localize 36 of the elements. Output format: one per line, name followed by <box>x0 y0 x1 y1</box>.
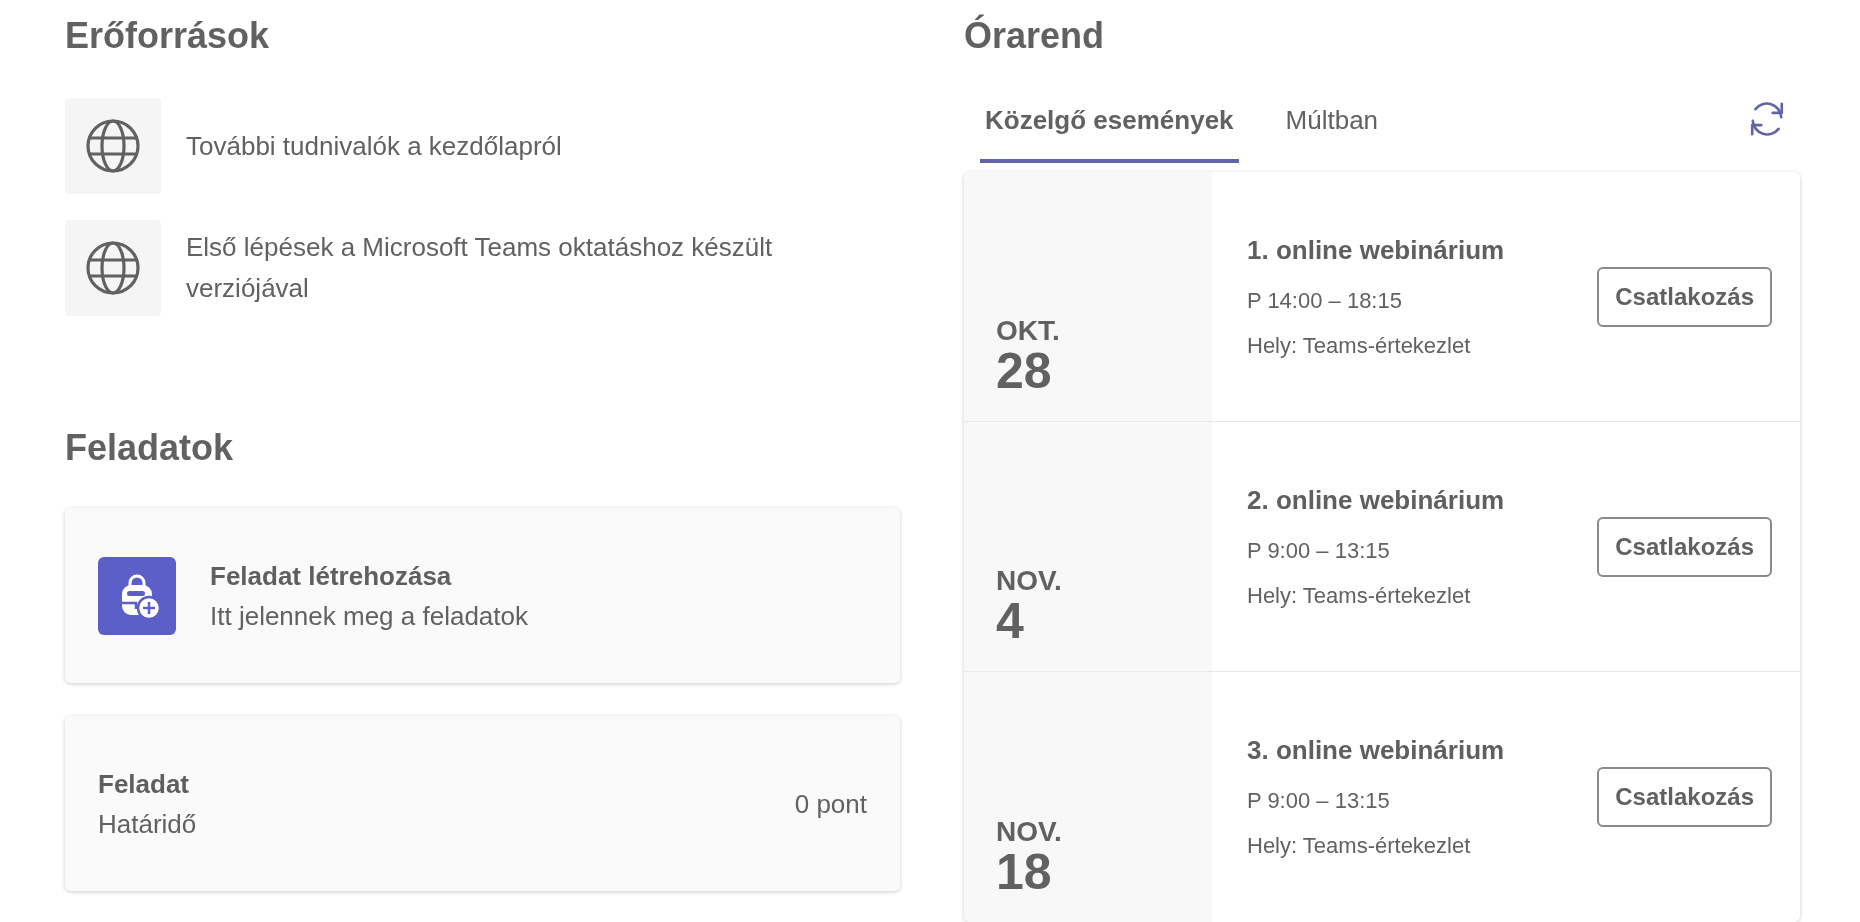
refresh-icon[interactable] <box>1749 101 1785 137</box>
tab[interactable]: Múltban <box>1280 105 1384 163</box>
day-label: 18 <box>996 847 1052 897</box>
section-heading: Erőforrások <box>65 14 270 58</box>
join-button[interactable]: Csatlakozás <box>1597 767 1772 827</box>
join-button[interactable]: Csatlakozás <box>1597 516 1772 577</box>
due-date-label: Határidő <box>98 807 197 841</box>
resource-link[interactable]: Első lépések a Microsoft Teams oktatáshoz készült verziójával <box>186 227 826 309</box>
event-time: P 14:00 – 18:15 <box>1247 286 1402 315</box>
event-location: Hely: Teams-értekezlet <box>1247 832 1471 860</box>
assignment-card[interactable]: Feladat Határidő 0 pont <box>65 716 900 891</box>
day-label: 28 <box>996 346 1052 396</box>
month-label: NOV. <box>996 817 1062 847</box>
event-time: P 9:00 – 13:15 <box>1247 787 1390 815</box>
create-assignment-card[interactable]: Feladat létrehozása Itt jelennek meg a feladatok <box>65 508 900 683</box>
event-time: P 9:00 – 13:15 <box>1247 536 1390 565</box>
event-title: 2. online webinárium <box>1247 483 1505 517</box>
join-button[interactable]: Csatlakozás <box>1597 266 1772 327</box>
event-location: Hely: Teams-értekezlet <box>1247 581 1471 610</box>
day-label: 4 <box>996 596 1024 646</box>
tab[interactable]: Közelgő események <box>980 105 1239 163</box>
globe-icon <box>65 98 161 194</box>
event-location: Hely: Teams-értekezlet <box>1247 331 1471 360</box>
month-label: OKT. <box>996 316 1060 346</box>
section-heading: Órarend <box>964 14 1105 58</box>
backpack-add-icon <box>98 556 176 635</box>
assignment-hint: Itt jelennek meg a feladatok <box>210 599 528 633</box>
points-label: 0 pont <box>794 787 867 821</box>
assignment-title: Feladat létrehozása <box>210 559 452 593</box>
section-heading: Feladatok <box>65 426 234 470</box>
assignment-title: Feladat <box>98 767 190 801</box>
event-title: 1. online webinárium <box>1247 233 1505 267</box>
month-label: NOV. <box>996 566 1062 596</box>
globe-icon <box>65 220 161 316</box>
event-title: 3. online webinárium <box>1247 734 1505 767</box>
resource-link[interactable]: További tudnivalók a kezdőlapról <box>186 125 562 167</box>
